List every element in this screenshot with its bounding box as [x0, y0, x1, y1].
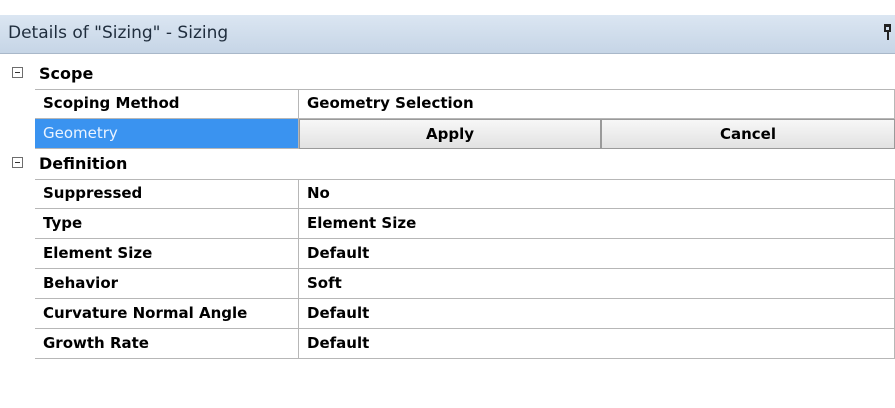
row-gutter: [6, 59, 35, 89]
apply-button[interactable]: Apply: [299, 119, 601, 149]
property-name-selected[interactable]: Geometry: [35, 119, 299, 149]
group-header-scope: Scope: [6, 59, 895, 89]
property-row-behavior: Behavior Soft: [6, 269, 895, 299]
row-gutter: [6, 149, 35, 179]
group-header-definition: Definition: [6, 149, 895, 179]
collapse-minus-icon[interactable]: [12, 67, 23, 78]
property-name: Type: [35, 209, 299, 239]
property-value-dropdown[interactable]: No: [299, 179, 895, 209]
row-gutter: [6, 239, 35, 269]
panel-title: Details of "Sizing" - Sizing: [8, 23, 229, 43]
property-row-geometry: Geometry Apply Cancel: [6, 119, 895, 149]
row-gutter: [6, 89, 35, 119]
group-label-definition: Definition: [39, 154, 128, 173]
row-gutter: [6, 329, 35, 359]
property-row-element-size: Element Size Default: [6, 239, 895, 269]
property-row-curvature-normal-angle: Curvature Normal Angle Default: [6, 299, 895, 329]
row-gutter: [6, 179, 35, 209]
property-row-scoping-method: Scoping Method Geometry Selection: [6, 89, 895, 119]
property-row-type: Type Element Size: [6, 209, 895, 239]
property-row-suppressed: Suppressed No: [6, 179, 895, 209]
property-value-field[interactable]: Default: [299, 299, 895, 329]
property-name: Suppressed: [35, 179, 299, 209]
property-value-dropdown[interactable]: Geometry Selection: [299, 89, 895, 119]
property-name: Element Size: [35, 239, 299, 269]
property-value-field[interactable]: Default: [299, 329, 895, 359]
property-name: Behavior: [35, 269, 299, 299]
property-value-dropdown[interactable]: Element Size: [299, 209, 895, 239]
property-value-field[interactable]: Default: [299, 239, 895, 269]
pin-icon[interactable]: [883, 24, 893, 40]
collapse-minus-icon[interactable]: [12, 157, 23, 168]
row-gutter: [6, 119, 35, 149]
row-gutter: [6, 209, 35, 239]
property-name: Curvature Normal Angle: [35, 299, 299, 329]
row-gutter: [6, 299, 35, 329]
group-label-scope: Scope: [39, 64, 94, 83]
property-name: Scoping Method: [35, 89, 299, 119]
property-value-dropdown[interactable]: Soft: [299, 269, 895, 299]
row-gutter: [6, 269, 35, 299]
property-name: Growth Rate: [35, 329, 299, 359]
property-row-growth-rate: Growth Rate Default: [6, 329, 895, 359]
panel-title-bar: Details of "Sizing" - Sizing: [0, 15, 895, 54]
cancel-button[interactable]: Cancel: [601, 119, 895, 149]
details-panel: Details of "Sizing" - Sizing Scope Scopi…: [0, 0, 895, 408]
